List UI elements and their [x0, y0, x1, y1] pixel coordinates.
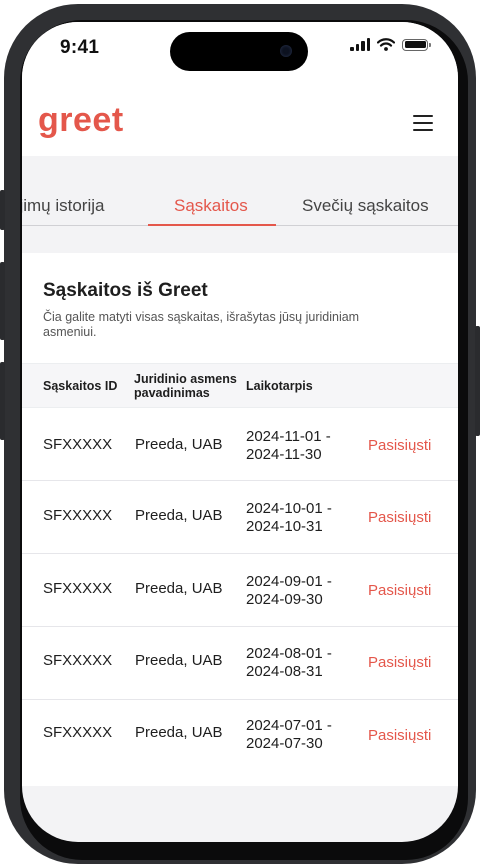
invoice-id: SFXXXXX [43, 652, 113, 669]
company-name: Preeda, UAB [135, 580, 223, 597]
download-link[interactable]: Pasisiųsti [368, 509, 431, 526]
cellular-signal-icon [350, 38, 370, 51]
table-header: Sąskaitos ID Juridinio asmens pavadinima… [22, 363, 458, 408]
period-start: 2024-09-01 - [246, 573, 332, 590]
period-end: 2024-11-30 [246, 446, 322, 463]
invoice-id: SFXXXXX [43, 724, 113, 741]
period-start: 2024-11-01 - [246, 428, 331, 445]
column-header-period: Laikotarpis [246, 379, 313, 393]
volume-down-button [0, 362, 5, 440]
section-title: Sąskaitos iš Greet [43, 280, 208, 301]
table-row: SFXXXXX Preeda, UAB 2024-08-01 - 2024-08… [22, 627, 458, 700]
company-name: Preeda, UAB [135, 507, 223, 524]
period-end: 2024-09-30 [246, 591, 323, 608]
company-name: Preeda, UAB [135, 436, 223, 453]
period-start: 2024-08-01 - [246, 645, 332, 662]
action-button [0, 190, 5, 230]
tab-invoices[interactable]: Sąskaitos [174, 196, 248, 216]
status-time: 9:41 [60, 37, 100, 58]
table-row: SFXXXXX Preeda, UAB 2024-11-01 - 2024-11… [22, 408, 458, 481]
screen: 9:41 greet ėjimų istorija Sąskaitos Sveč… [22, 22, 458, 842]
power-button [475, 326, 480, 436]
volume-up-button [0, 262, 5, 340]
dynamic-island [170, 32, 308, 71]
table-row: SFXXXXX Preeda, UAB 2024-09-01 - 2024-09… [22, 554, 458, 627]
tab-payment-history[interactable]: ėjimų istorija [22, 196, 104, 216]
company-name: Preeda, UAB [135, 652, 223, 669]
system-icons [350, 38, 431, 51]
download-link[interactable]: Pasisiųsti [368, 727, 431, 744]
download-link[interactable]: Pasisiųsti [368, 654, 431, 671]
invoices-card: Sąskaitos iš Greet Čia galite matyti vis… [22, 253, 458, 786]
tab-bar: ėjimų istorija Sąskaitos Svečių sąskaito… [22, 174, 458, 228]
battery-icon [402, 38, 431, 51]
period-start: 2024-07-01 - [246, 717, 332, 734]
active-tab-indicator [148, 224, 276, 226]
period-end: 2024-08-31 [246, 663, 323, 680]
invoice-id: SFXXXXX [43, 436, 113, 453]
greet-logo[interactable]: greet [38, 101, 124, 140]
invoice-id: SFXXXXX [43, 507, 113, 524]
wifi-icon [377, 38, 395, 51]
company-name: Preeda, UAB [135, 724, 223, 741]
front-camera-icon [280, 45, 292, 57]
period-start: 2024-10-01 - [246, 500, 332, 517]
app-header: greet [22, 82, 458, 156]
status-bar: 9:41 [22, 22, 458, 82]
download-link[interactable]: Pasisiųsti [368, 582, 431, 599]
period-end: 2024-07-30 [246, 735, 323, 752]
table-row: SFXXXXX Preeda, UAB 2024-10-01 - 2024-10… [22, 481, 458, 554]
table-row: SFXXXXX Preeda, UAB 2024-07-01 - 2024-07… [22, 700, 458, 772]
invoice-id: SFXXXXX [43, 580, 113, 597]
hamburger-menu-icon[interactable] [413, 115, 433, 131]
section-description: Čia galite matyti visas sąskaitas, išraš… [43, 310, 360, 339]
column-header-id: Sąskaitos ID [43, 379, 118, 393]
tab-guest-invoices[interactable]: Svečių sąskaitos [302, 196, 429, 216]
column-header-name: Juridinio asmens pavadinimas [134, 372, 237, 400]
download-link[interactable]: Pasisiųsti [368, 437, 431, 454]
period-end: 2024-10-31 [246, 518, 323, 535]
